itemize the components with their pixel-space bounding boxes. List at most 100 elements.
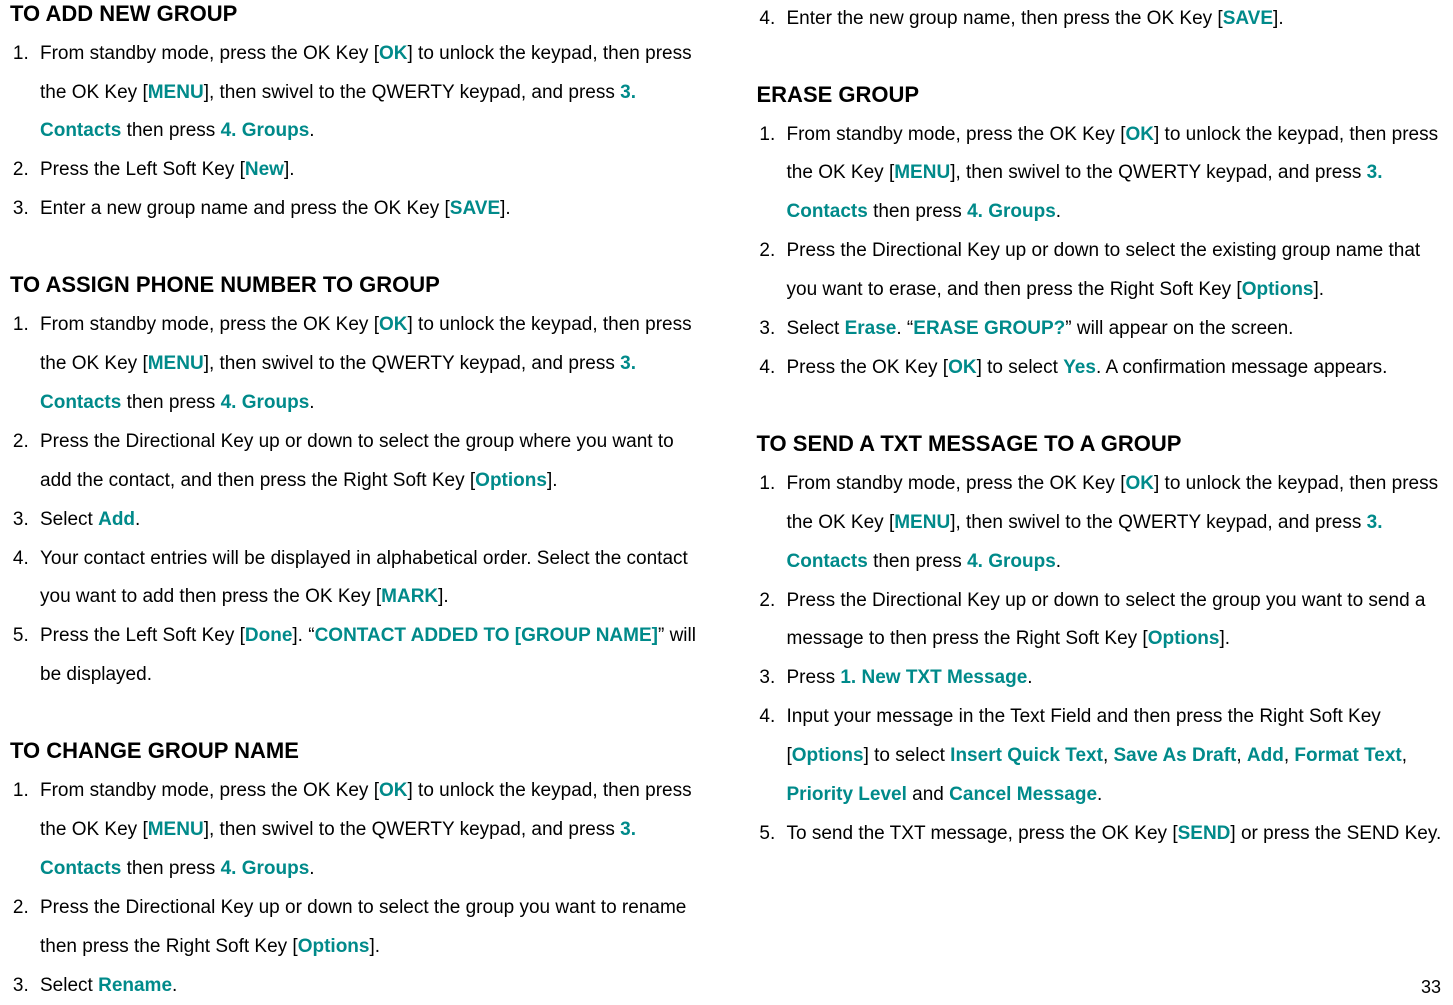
key-ok: OK — [379, 314, 408, 335]
text: . — [172, 975, 177, 996]
text: Press the Left Soft Key [ — [40, 625, 245, 646]
list-item: From standby mode, press the OK Key [OK]… — [781, 116, 1444, 233]
text: Press the Left Soft Key [ — [40, 159, 245, 180]
text: Enter the new group name, then press the… — [787, 8, 1223, 29]
text: Press the Directional Key up or down to … — [787, 240, 1421, 300]
text: . A confirmation message appears. — [1096, 357, 1388, 378]
list-change-group-name: From standby mode, press the OK Key [OK]… — [10, 772, 697, 1005]
list-change-group-name-cont: Enter the new group name, then press the… — [757, 0, 1444, 39]
text: ]. — [438, 586, 449, 607]
page-number: 33 — [1421, 977, 1441, 998]
text: , — [1103, 745, 1114, 766]
key-save: SAVE — [450, 198, 500, 219]
text: then press — [868, 201, 967, 222]
option-add: Add — [1247, 745, 1284, 766]
key-mark: MARK — [381, 586, 438, 607]
text: ], then swivel to the QWERTY keypad, and… — [950, 162, 1366, 183]
list-item: From standby mode, press the OK Key [OK]… — [34, 306, 697, 423]
menu-groups: 4. Groups — [221, 392, 310, 413]
list-item: From standby mode, press the OK Key [OK]… — [781, 465, 1444, 582]
text: ] to select — [977, 357, 1064, 378]
list-erase-group: From standby mode, press the OK Key [OK]… — [757, 116, 1444, 389]
key-ok: OK — [948, 357, 977, 378]
text: ], then swivel to the QWERTY keypad, and… — [950, 512, 1366, 533]
list-item: Press the Directional Key up or down to … — [34, 423, 697, 501]
key-send: SEND — [1178, 823, 1231, 844]
text: . — [309, 392, 314, 413]
text: ]. — [500, 198, 511, 219]
list-item: Press the Left Soft Key [New]. — [34, 151, 697, 190]
list-item: Press the Directional Key up or down to … — [781, 582, 1444, 660]
key-options: Options — [298, 936, 370, 957]
text: Press the Directional Key up or down to … — [40, 431, 674, 491]
text: From standby mode, press the OK Key [ — [787, 473, 1126, 494]
list-add-new-group: From standby mode, press the OK Key [OK]… — [10, 35, 697, 230]
text: Select — [40, 975, 98, 996]
text: Press the OK Key [ — [787, 357, 949, 378]
option-save-as-draft: Save As Draft — [1114, 745, 1237, 766]
key-ok: OK — [379, 780, 408, 801]
text: then press — [121, 858, 220, 879]
text: From standby mode, press the OK Key [ — [40, 43, 379, 64]
text: Press the Directional Key up or down to … — [787, 590, 1426, 650]
text: , — [1402, 745, 1407, 766]
left-column: TO ADD NEW GROUP From standby mode, pres… — [10, 0, 727, 1004]
text: Select — [40, 509, 98, 530]
text: ] to select — [864, 745, 951, 766]
text: Select — [787, 318, 845, 339]
option-format-text: Format Text — [1294, 745, 1401, 766]
action-rename: Rename — [98, 975, 172, 996]
list-item: Press the Left Soft Key [Done]. “CONTACT… — [34, 617, 697, 695]
text: and — [907, 784, 949, 805]
list-item: Enter the new group name, then press the… — [781, 0, 1444, 39]
list-item: Select Rename. — [34, 967, 697, 1005]
option-insert-quick-text: Insert Quick Text — [950, 745, 1103, 766]
text: . — [1056, 201, 1061, 222]
key-menu: MENU — [894, 162, 950, 183]
heading-erase-group: ERASE GROUP — [757, 81, 1444, 110]
text: ]. — [1314, 279, 1325, 300]
manual-page: TO ADD NEW GROUP From standby mode, pres… — [0, 0, 1453, 1004]
list-item: Press the Directional Key up or down to … — [34, 889, 697, 967]
key-save: SAVE — [1223, 8, 1273, 29]
key-done: Done — [245, 625, 293, 646]
text: From standby mode, press the OK Key [ — [40, 314, 379, 335]
menu-new-txt-message: 1. New TXT Message — [840, 667, 1027, 688]
option-priority-level: Priority Level — [787, 784, 907, 805]
menu-groups: 4. Groups — [221, 858, 310, 879]
heading-change-group-name: TO CHANGE GROUP NAME — [10, 737, 697, 766]
key-menu: MENU — [148, 353, 204, 374]
text: ]. “ — [292, 625, 314, 646]
text: ]. — [284, 159, 295, 180]
text: . — [309, 858, 314, 879]
key-ok: OK — [379, 43, 408, 64]
list-assign-phone-to-group: From standby mode, press the OK Key [OK]… — [10, 306, 697, 695]
list-item: Press the OK Key [OK] to select Yes. A c… — [781, 349, 1444, 388]
key-ok: OK — [1125, 124, 1154, 145]
text: , — [1284, 745, 1295, 766]
list-item: From standby mode, press the OK Key [OK]… — [34, 35, 697, 152]
text: ], then swivel to the QWERTY keypad, and… — [204, 819, 620, 840]
text: From standby mode, press the OK Key [ — [40, 780, 379, 801]
text: ], then swivel to the QWERTY keypad, and… — [204, 82, 620, 103]
text: . — [1027, 667, 1032, 688]
key-options: Options — [792, 745, 864, 766]
menu-groups: 4. Groups — [221, 120, 310, 141]
text: . — [309, 120, 314, 141]
key-menu: MENU — [148, 82, 204, 103]
list-item: Input your message in the Text Field and… — [781, 698, 1444, 815]
list-send-txt-to-group: From standby mode, press the OK Key [OK]… — [757, 465, 1444, 854]
text: ]. — [547, 470, 558, 491]
right-column: Enter the new group name, then press the… — [727, 0, 1444, 1004]
key-ok: OK — [1125, 473, 1154, 494]
text: . “ — [896, 318, 913, 339]
text: ]. — [1219, 628, 1230, 649]
text: . — [135, 509, 140, 530]
text: To send the TXT message, press the OK Ke… — [787, 823, 1178, 844]
key-menu: MENU — [894, 512, 950, 533]
menu-groups: 4. Groups — [967, 551, 1056, 572]
text: ] or press the SEND Key. — [1230, 823, 1441, 844]
message-contact-added: CONTACT ADDED TO [GROUP NAME] — [315, 625, 658, 646]
heading-add-new-group: TO ADD NEW GROUP — [10, 0, 697, 29]
list-item: Select Add. — [34, 501, 697, 540]
